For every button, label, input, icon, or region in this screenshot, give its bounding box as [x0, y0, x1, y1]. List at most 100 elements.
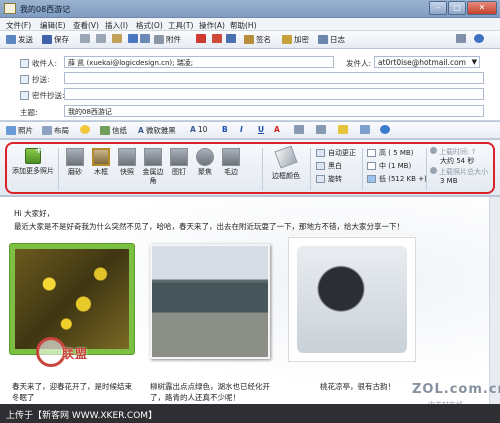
- chevron-down-icon: ▼: [471, 58, 477, 66]
- cc-field[interactable]: [64, 72, 484, 84]
- minimize-button[interactable]: –: [429, 1, 447, 15]
- effect-rough-edge-thumbnail: [222, 148, 240, 166]
- rotate-icon: [316, 175, 325, 183]
- menu-format[interactable]: 格式(O): [136, 20, 163, 31]
- message-body[interactable]: Hi 大家好， 最近大家是不是好奇我为什么突然不见了，哈哈，春天来了，出去在附近…: [0, 197, 500, 404]
- priority-high-icon[interactable]: [212, 34, 222, 43]
- lock-icon: [282, 35, 292, 44]
- help-icon[interactable]: [474, 34, 484, 43]
- black-white-button[interactable]: 黑白: [316, 161, 342, 171]
- menu-view[interactable]: 查看(V): [73, 20, 99, 31]
- font-color-button[interactable]: A: [274, 125, 280, 134]
- italic-button[interactable]: I: [240, 125, 243, 134]
- emoticon-button[interactable]: [80, 125, 90, 134]
- layout-icon: [42, 126, 52, 135]
- info-icon: [430, 167, 437, 174]
- align-icon[interactable]: [316, 125, 326, 134]
- menu-actions[interactable]: 操作(A): [199, 20, 225, 31]
- subject-label: 主题:: [20, 108, 38, 117]
- encrypt-button[interactable]: 加密: [282, 34, 309, 45]
- address-book-icon: [20, 75, 29, 84]
- stationery-icon: [100, 126, 110, 135]
- from-select[interactable]: at0rt0ise@hotmail.com ▼: [374, 56, 480, 68]
- menu-help[interactable]: 帮助(H): [230, 20, 257, 31]
- size-low-option[interactable]: 低 (512 KB +): [367, 174, 427, 184]
- bullets-icon[interactable]: [294, 125, 304, 134]
- menu-insert[interactable]: 插入(I): [105, 20, 128, 31]
- menu-file[interactable]: 文件(F): [6, 20, 31, 31]
- undo-icon[interactable]: [128, 34, 138, 43]
- add-more-photos-button[interactable]: 添加更多照片: [10, 145, 56, 176]
- subject-field[interactable]: 我的08西游记: [64, 105, 484, 117]
- photo-pavilion[interactable]: [288, 237, 416, 362]
- black-white-icon: [316, 162, 325, 170]
- effect-frosted[interactable]: 磨砂: [62, 148, 88, 177]
- attach-button[interactable]: 附件: [154, 34, 181, 45]
- photo-willow-lake[interactable]: [150, 244, 270, 359]
- effect-snapshot-thumbnail: [118, 148, 136, 166]
- highlight-icon[interactable]: [338, 125, 348, 134]
- copy-icon[interactable]: [96, 34, 106, 43]
- send-button[interactable]: 发送: [6, 34, 33, 45]
- vertical-scrollbar[interactable]: [489, 197, 500, 404]
- effect-focus[interactable]: 聚焦: [192, 148, 218, 177]
- paste-icon[interactable]: [112, 34, 122, 43]
- body-intro: 最近大家是不是好奇我为什么突然不见了，哈哈，春天来了，出去在附近玩耍了一下，那地…: [14, 222, 404, 231]
- from-label: 发件人:: [346, 59, 372, 68]
- size-high-icon: [367, 149, 376, 157]
- effect-metal-corners[interactable]: 金属边角: [140, 148, 166, 186]
- check-names-icon[interactable]: [140, 34, 150, 43]
- upload-size-label: 上载照片总大小: [430, 167, 494, 177]
- format-toolbar: 照片 布局 信纸 A 微软雅黑 A 10 B I U A: [0, 122, 500, 139]
- border-color-button[interactable]: 边框颜色: [266, 145, 306, 181]
- log-button[interactable]: 日志: [318, 34, 345, 45]
- close-button[interactable]: ✕: [467, 1, 497, 15]
- add-photo-icon: [25, 145, 43, 164]
- font-size-select[interactable]: A 10: [190, 125, 207, 134]
- effect-metal-corners-thumbnail: [144, 148, 162, 166]
- layout-button[interactable]: 布局: [42, 125, 69, 136]
- signature-icon: [244, 35, 254, 44]
- cut-icon[interactable]: [80, 34, 90, 43]
- upload-time-value: 大约 54 秒: [440, 157, 475, 165]
- to-field[interactable]: 薛 凯 (xuekai@logicdesign.cn); 瑞凌;: [64, 56, 334, 68]
- maximize-button[interactable]: □: [448, 1, 466, 15]
- size-medium-option[interactable]: 中 (1 MB): [367, 161, 411, 171]
- size-medium-icon: [367, 162, 376, 170]
- menu-tools[interactable]: 工具(T): [168, 20, 193, 31]
- priority-low-icon[interactable]: [226, 34, 236, 43]
- bold-button[interactable]: B: [222, 125, 228, 134]
- effect-frosted-thumbnail: [66, 148, 84, 166]
- flag-icon[interactable]: [196, 34, 206, 43]
- paperclip-icon: [154, 35, 164, 44]
- font-select[interactable]: A 微软雅黑: [138, 125, 176, 136]
- size-high-option[interactable]: 高 ( 5 MB): [367, 148, 413, 158]
- menu-edit[interactable]: 编辑(E): [40, 20, 66, 31]
- to-label[interactable]: 收件人:: [20, 58, 57, 69]
- photo-forsythia[interactable]: [10, 244, 134, 354]
- save-icon: [42, 35, 52, 44]
- effect-snapshot[interactable]: 快照: [114, 148, 140, 177]
- photos-button[interactable]: 照片: [6, 125, 33, 136]
- rotate-button[interactable]: 旋转: [316, 174, 342, 184]
- effect-rough-edge[interactable]: 毛边: [218, 148, 244, 177]
- link-icon[interactable]: [360, 125, 370, 134]
- body-greeting: Hi 大家好，: [14, 209, 55, 218]
- effect-wood-frame[interactable]: 木框: [88, 148, 114, 177]
- save-button[interactable]: 保存: [42, 34, 69, 45]
- upload-size-value: 3 MB: [440, 177, 458, 185]
- window-controls: – □ ✕: [429, 1, 497, 15]
- underline-button[interactable]: U: [258, 125, 264, 134]
- divider: [58, 148, 59, 190]
- smiley-icon: [80, 125, 90, 134]
- cc-label[interactable]: 抄送:: [20, 74, 50, 85]
- layout-menu-icon[interactable]: [456, 34, 466, 43]
- signature-button[interactable]: 签名: [244, 34, 271, 45]
- bcc-field[interactable]: [64, 88, 484, 100]
- stationery-button[interactable]: 信纸: [100, 125, 127, 136]
- spellcheck-icon[interactable]: [380, 125, 390, 134]
- effect-pushpin[interactable]: 图钉: [166, 148, 192, 177]
- bcc-label[interactable]: 密件抄送:: [20, 90, 65, 101]
- message-header: 收件人: 薛 凯 (xuekai@logicdesign.cn); 瑞凌; 发件…: [0, 49, 500, 121]
- auto-correct-button[interactable]: 自动更正: [316, 148, 356, 158]
